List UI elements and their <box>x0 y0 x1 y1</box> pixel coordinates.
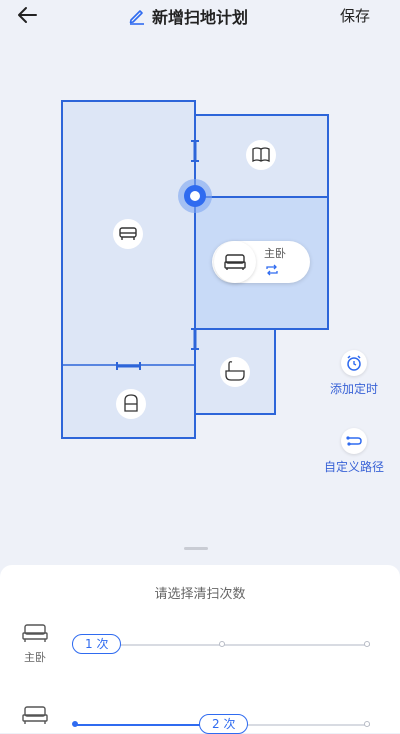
slider-thumb-count[interactable]: 2 次 <box>199 714 249 734</box>
selected-room-chip[interactable]: 主卧 <box>212 241 310 283</box>
sheet-drag-handle[interactable] <box>184 547 208 550</box>
slider-stop-1[interactable] <box>72 721 78 727</box>
armchair-icon[interactable] <box>116 389 146 419</box>
slider-thumb-count[interactable]: 1 次 <box>72 634 122 654</box>
book-icon[interactable] <box>246 140 276 170</box>
room-living[interactable] <box>61 100 196 439</box>
slider-stop-3[interactable] <box>364 641 370 647</box>
repeat-icon <box>266 264 278 276</box>
slider-stop-2[interactable] <box>219 641 225 647</box>
route-icon <box>346 436 362 446</box>
cleaning-count-sheet: 请选择清扫次数 主卧 1 次 2 次 <box>0 565 400 734</box>
add-timer-button[interactable]: 添加定时 <box>322 350 386 397</box>
bed-icon <box>214 241 256 283</box>
bed-icon <box>22 624 48 642</box>
custom-path-button[interactable]: 自定义路径 <box>316 428 392 475</box>
bathtub-icon[interactable] <box>220 357 250 387</box>
row-room-label: 主卧 <box>24 651 46 664</box>
count-slider-row2[interactable]: 2 次 <box>72 714 370 734</box>
slider-stop-3[interactable] <box>364 721 370 727</box>
count-slider-row1[interactable]: 1 次 <box>72 634 370 654</box>
sofa-icon[interactable] <box>113 219 143 249</box>
add-timer-label: 添加定时 <box>329 382 378 396</box>
alarm-clock-icon <box>347 355 361 371</box>
sheet-title: 请选择清扫次数 <box>154 587 246 602</box>
row-room-icon <box>20 705 50 729</box>
row-room-icon: 主卧 <box>20 623 50 665</box>
selected-room-name: 主卧 <box>264 247 286 260</box>
bed-icon <box>22 706 48 724</box>
custom-path-label: 自定义路径 <box>323 460 384 474</box>
floor-map <box>61 100 329 439</box>
